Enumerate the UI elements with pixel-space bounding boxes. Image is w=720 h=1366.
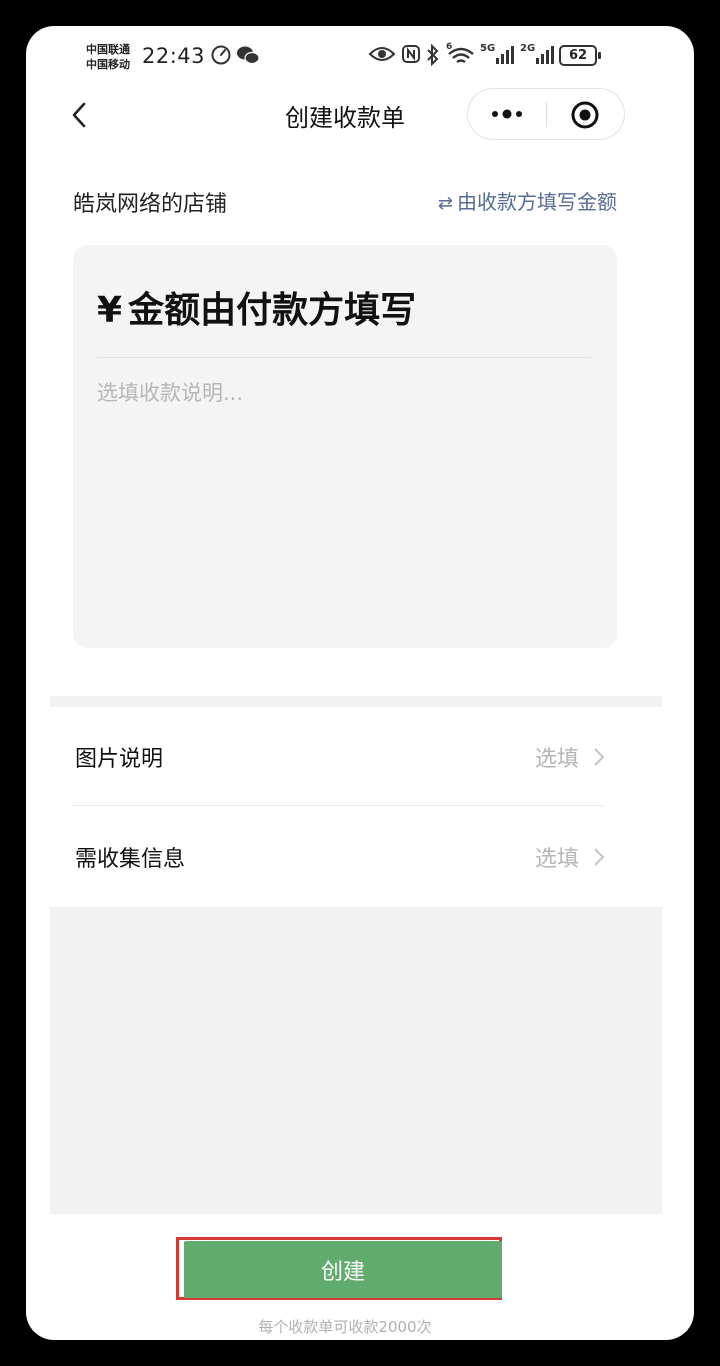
signal-2-icon — [536, 46, 554, 64]
navigation-bar: 创建收款单 — [26, 86, 694, 146]
list-divider — [71, 805, 605, 806]
create-button[interactable]: 创建 — [184, 1241, 502, 1298]
carrier-1: 中国联通 — [86, 43, 130, 56]
target-circle-icon[interactable] — [570, 100, 600, 130]
capsule-divider — [546, 102, 547, 127]
carrier-info: 中国联通 中国移动 — [86, 42, 130, 72]
more-dots-icon[interactable] — [486, 99, 528, 129]
list-item-collect-info[interactable]: 需收集信息 选填 — [73, 807, 605, 906]
amount-text: 金额由付款方填写 — [128, 290, 417, 331]
mini-program-capsule — [467, 88, 625, 140]
bluetooth-icon — [427, 44, 439, 66]
chevron-right-icon — [594, 748, 605, 766]
battery-indicator: 62 — [559, 45, 601, 66]
chevron-right-icon — [594, 848, 605, 866]
speed-icon — [211, 45, 231, 65]
section-separator — [50, 696, 662, 707]
list-item-label: 需收集信息 — [75, 847, 186, 872]
switch-amount-mode-link[interactable]: ⇄ 由收款方填写金额 — [438, 186, 617, 215]
signal-1-icon — [496, 46, 514, 64]
shop-name: 皓岚网络的店铺 — [73, 192, 228, 217]
currency-symbol: ¥ — [97, 290, 123, 331]
memo-input[interactable]: 选填收款说明... — [97, 377, 243, 407]
nfc-icon — [402, 45, 420, 63]
amount-display: ¥ 金额由付款方填写 — [97, 281, 416, 333]
switch-icon: ⇄ — [437, 193, 453, 214]
wechat-icon — [237, 46, 260, 65]
carrier-2: 中国移动 — [86, 58, 130, 71]
amount-card: ¥ 金额由付款方填写 选填收款说明... — [73, 245, 617, 648]
eye-icon — [368, 47, 396, 61]
list-item-label: 图片说明 — [75, 747, 164, 772]
wifi-badge: 6 — [446, 42, 453, 52]
list-item-image-description[interactable]: 图片说明 选填 — [73, 707, 605, 806]
phone-screen: 中国联通 中国移动 22:43 6 5G 2G 62 创建收款单 皓岚网络的店铺… — [26, 26, 694, 1340]
empty-area — [50, 907, 662, 1214]
status-time: 22:43 — [142, 44, 206, 68]
switch-amount-mode-label: 由收款方填写金额 — [457, 190, 617, 214]
card-divider — [97, 357, 591, 358]
status-bar: 中国联通 中国移动 22:43 6 5G 2G 62 — [26, 26, 694, 86]
footer-note: 每个收款单可收款2000次 — [258, 1318, 432, 1336]
